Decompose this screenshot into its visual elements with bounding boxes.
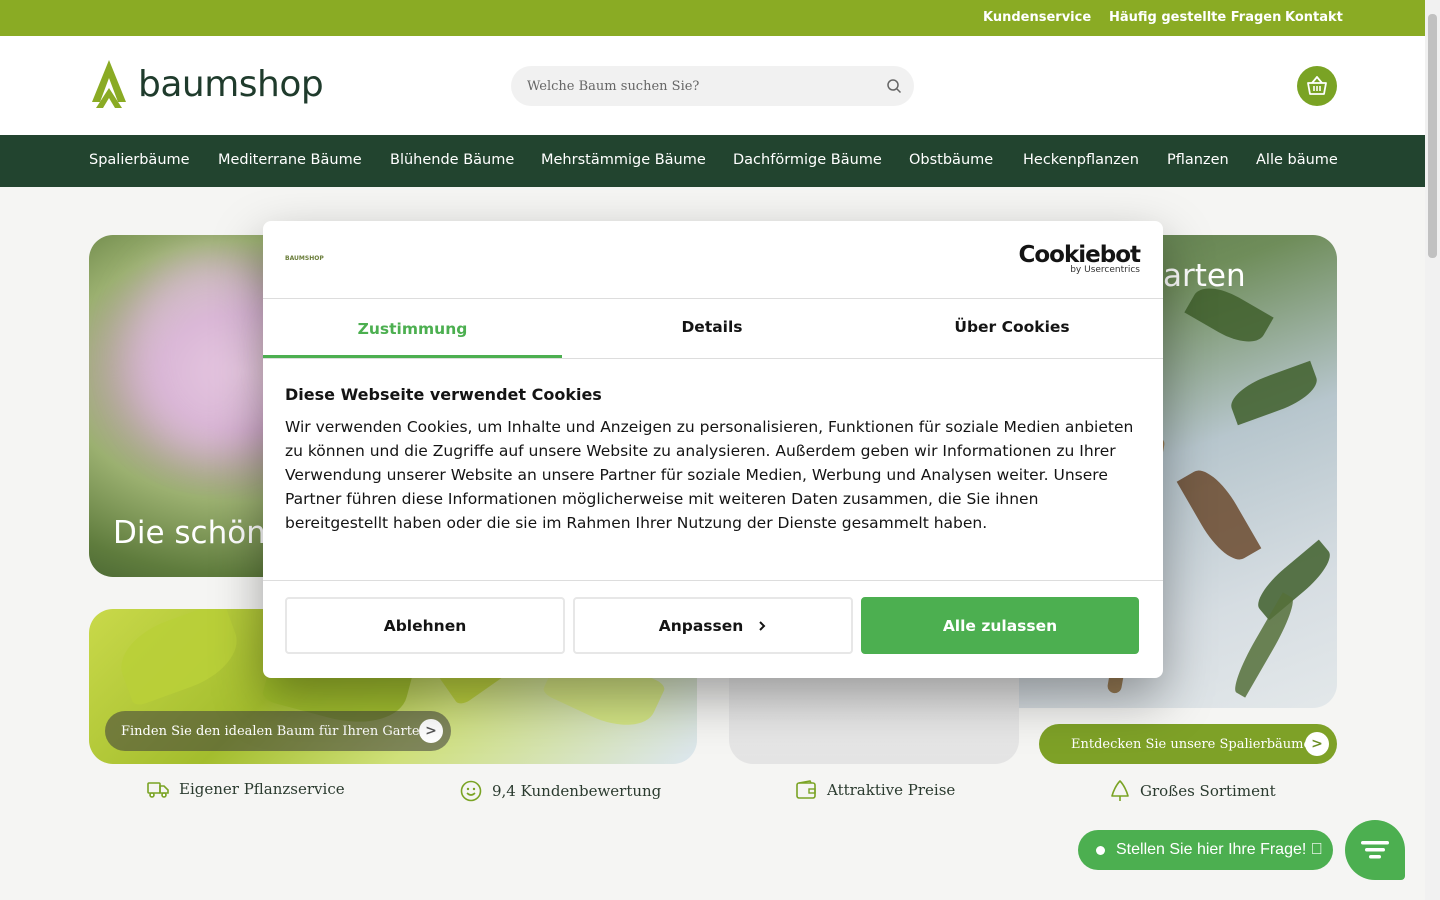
header: baumshop: [0, 36, 1425, 135]
chat-prompt[interactable]: Stellen Sie hier Ihre Frage! 󰀀: [1078, 830, 1333, 870]
logo-text: baumshop: [138, 63, 324, 105]
smiley-icon: [460, 780, 482, 802]
basket-icon: [1307, 76, 1327, 95]
hero-right-title: arten: [1163, 258, 1246, 294]
nav-item-alle-baeume[interactable]: Alle bäume: [1256, 152, 1338, 168]
decline-label: Ablehnen: [383, 616, 467, 635]
link-faq[interactable]: Häufig gestellte Fragen: [1109, 10, 1281, 25]
usp-label: Großes Sortiment: [1140, 782, 1276, 800]
tab-ueber-cookies[interactable]: Über Cookies: [862, 318, 1162, 336]
nav-item-spalierbaeume[interactable]: Spalierbäume: [89, 152, 190, 168]
online-dot: [1096, 846, 1105, 855]
tile-left-cta-label: Finden Sie den idealen Baum für Ihren Ga…: [121, 723, 428, 739]
arrow-right-icon: >: [1305, 732, 1329, 756]
nav-item-obstbaeume[interactable]: Obstbäume: [909, 152, 993, 168]
usp-label: Eigener Pflanzservice: [179, 780, 345, 798]
search-input[interactable]: [527, 76, 877, 96]
tab-zustimmung[interactable]: Zustimmung: [263, 320, 562, 338]
link-kontakt[interactable]: Kontakt: [1285, 10, 1343, 25]
nav-item-bluehende-baeume[interactable]: Blühende Bäume: [390, 152, 514, 168]
page-scrollbar[interactable]: [1425, 0, 1440, 900]
arrow-right-icon: >: [419, 719, 443, 743]
link-kundenservice[interactable]: Kundenservice: [983, 10, 1091, 25]
truck-icon: [147, 782, 169, 798]
logo-mark-icon: [92, 60, 126, 108]
divider: [263, 358, 1163, 359]
decline-button[interactable]: Ablehnen: [285, 597, 565, 654]
wallet-icon: [796, 780, 816, 799]
hero-left-title: Die schön: [113, 515, 266, 551]
main-nav: Spalierbäume Mediterrane Bäume Blühende …: [0, 135, 1425, 187]
usp-kundenbewertung: 9,4 Kundenbewertung: [460, 780, 661, 802]
nav-item-pflanzen[interactable]: Pflanzen: [1167, 152, 1229, 168]
chevron-right-icon: [759, 620, 766, 631]
search-box: [511, 66, 914, 106]
usp-preise: Attraktive Preise: [796, 780, 955, 800]
tile-right-cta[interactable]: Entdecken Sie unsere Spalierbäume >: [1039, 724, 1337, 764]
divider: [263, 298, 1163, 299]
chat-prompt-label: Stellen Sie hier Ihre Frage! 󰀀: [1116, 841, 1323, 858]
customize-label: Anpassen: [658, 616, 744, 635]
shop-logo-small: BAUMSHOP: [285, 255, 324, 262]
nav-item-mehrstaemmige-baeume[interactable]: Mehrstämmige Bäume: [541, 152, 706, 168]
accept-all-button[interactable]: Alle zulassen: [861, 597, 1139, 654]
cookie-body-text: Wir verwenden Cookies, um Inhalte und An…: [285, 418, 1134, 532]
chat-icon: [1361, 841, 1389, 859]
top-bar: Kundenservice Häufig gestellte Fragen Ko…: [0, 0, 1425, 36]
divider: [263, 580, 1163, 581]
usp-label: 9,4 Kundenbewertung: [492, 782, 662, 800]
usp-pflanzservice: Eigener Pflanzservice: [147, 780, 345, 798]
cookie-heading: Diese Webseite verwendet Cookies: [285, 385, 602, 404]
accept-all-label: Alle zulassen: [942, 616, 1058, 635]
search-icon[interactable]: [886, 78, 902, 94]
scroll-thumb[interactable]: [1428, 14, 1437, 258]
tile-right-cta-label: Entdecken Sie unsere Spalierbäume: [1071, 736, 1312, 752]
nav-item-dachfoermige-baeume[interactable]: Dachförmige Bäume: [733, 152, 882, 168]
tab-details[interactable]: Details: [562, 318, 862, 336]
nav-item-heckenpflanzen[interactable]: Heckenpflanzen: [1023, 152, 1139, 168]
basket-button[interactable]: [1297, 66, 1337, 106]
tile-left-cta[interactable]: Finden Sie den idealen Baum für Ihren Ga…: [105, 711, 451, 751]
logo[interactable]: baumshop: [88, 58, 324, 110]
cookie-dialog: BAUMSHOP Cookiebot by Usercentrics Zusti…: [263, 221, 1163, 678]
chat-button[interactable]: [1345, 820, 1405, 880]
nav-item-mediterrane-baeume[interactable]: Mediterrane Bäume: [218, 152, 362, 168]
customize-button[interactable]: Anpassen: [573, 597, 853, 654]
cookiebot-logo: Cookiebot by Usercentrics: [1018, 242, 1141, 275]
usp-label: Attraktive Preise: [827, 781, 956, 799]
usp-sortiment: Großes Sortiment: [1110, 780, 1276, 802]
tree-icon: [1111, 780, 1129, 801]
